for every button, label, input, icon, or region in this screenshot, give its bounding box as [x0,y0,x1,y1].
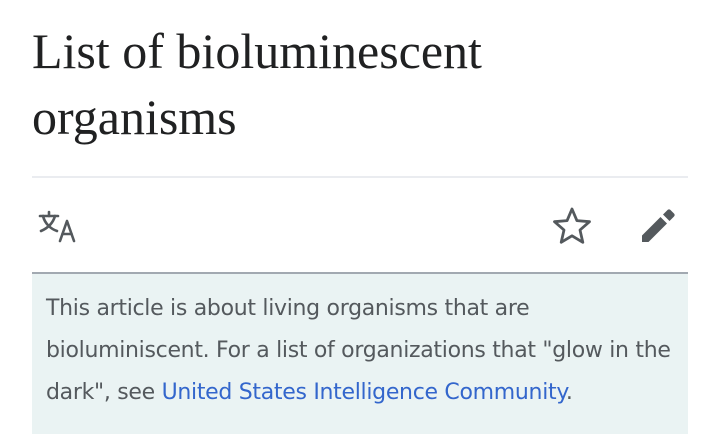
page-actions-toolbar [32,178,688,274]
hatnote: This article is about living organisms t… [32,274,688,434]
watch-star-button[interactable] [548,202,596,250]
pencil-icon [638,206,678,246]
hatnote-end: . [565,380,573,405]
language-button[interactable] [32,202,80,250]
page-title: List of bioluminescent organisms [32,23,482,145]
translate-icon [34,208,78,244]
hatnote-link[interactable]: United States Intelligence Community [162,380,567,405]
star-outline-icon [552,206,592,246]
edit-button[interactable] [634,202,682,250]
